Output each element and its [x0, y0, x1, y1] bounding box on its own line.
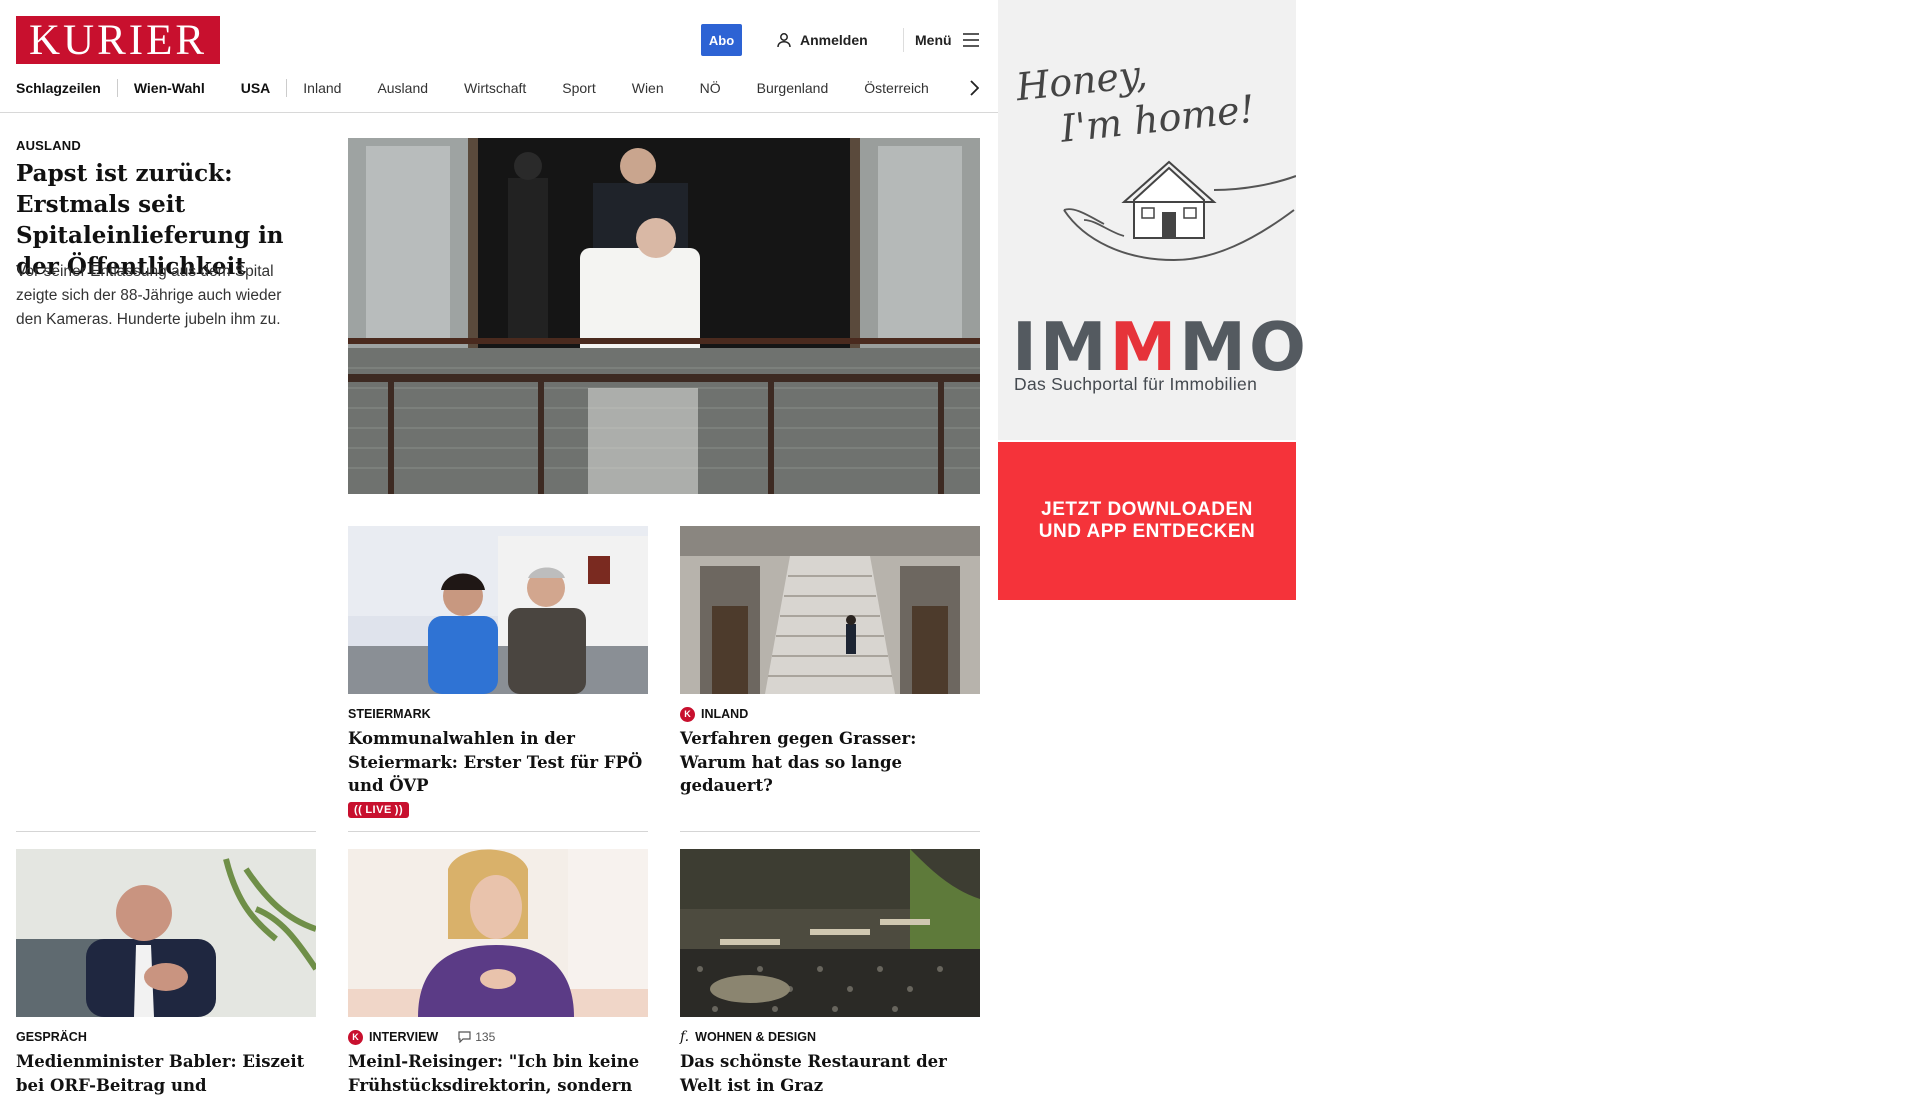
babler-photo	[16, 849, 316, 1017]
nav-item-wien-wahl[interactable]: Wien-Wahl	[134, 80, 205, 96]
section-nav: Schlagzeilen Wien-Wahl USA Inland Auslan…	[16, 76, 929, 100]
live-label: LIVE	[365, 803, 392, 816]
nav-divider	[116, 79, 118, 97]
teaser-image[interactable]	[16, 849, 316, 1017]
teaser-headline[interactable]: Verfahren gegen Grasser: Warum hat das s…	[680, 727, 980, 798]
user-icon	[777, 33, 791, 48]
category-label: WOHNEN & DESIGN	[695, 1030, 816, 1044]
login-button[interactable]: Anmelden	[776, 29, 868, 51]
nav-scroll-right-button[interactable]	[964, 76, 984, 100]
category-label: INLAND	[701, 707, 749, 721]
ad-cta-line: UND APP ENTDECKEN	[1038, 521, 1256, 542]
kurier-logo[interactable]: KURIER	[16, 16, 220, 64]
category-label: INTERVIEW	[369, 1030, 439, 1044]
teaser-card[interactable]: K INTERVIEW 135 Meinl-Reisinger: "Ich bi…	[348, 849, 648, 1097]
pope-balcony-photo	[348, 138, 980, 494]
nav-item-wirtschaft[interactable]: Wirtschaft	[464, 80, 526, 96]
hamburger-icon	[962, 33, 979, 47]
teaser-card[interactable]: STEIERMARK Kommunalwahlen in der Steierm…	[348, 526, 648, 818]
nav-item-noe[interactable]: NÖ	[700, 80, 721, 96]
ad-visual[interactable]: Honey, I'm home! IMMMO Das Suchportal fü…	[998, 0, 1306, 440]
politicians-photo	[348, 526, 648, 694]
teaser-category[interactable]: K INLAND	[680, 705, 980, 723]
nav-item-wien[interactable]: Wien	[632, 80, 664, 96]
teaser-category[interactable]: STEIERMARK	[348, 705, 648, 723]
ad-script-text: Honey, I'm home!	[1014, 40, 1257, 156]
teaser-category[interactable]: f. WOHNEN & DESIGN	[680, 1028, 980, 1046]
teaser-card[interactable]: GESPRÄCH Medienminister Babler: Eiszeit …	[16, 849, 316, 1097]
menu-button[interactable]: Menü	[915, 29, 980, 51]
teaser-card[interactable]: f. WOHNEN & DESIGN Das schönste Restaura…	[680, 849, 980, 1097]
ad-cta-label: JETZT DOWNLOADEN UND APP ENTDECKEN	[1039, 499, 1255, 543]
row-divider	[348, 831, 648, 832]
row-divider	[680, 831, 980, 832]
restaurant-photo	[680, 849, 980, 1017]
teaser-category[interactable]: K INTERVIEW 135	[348, 1028, 648, 1046]
teaser-category[interactable]: GESPRÄCH	[16, 1028, 316, 1046]
live-signal-icon: ((	[354, 803, 363, 816]
teaser-image[interactable]	[680, 849, 980, 1017]
teaser-headline[interactable]: Meinl-Reisinger: "Ich bin keine Frühstüc…	[348, 1050, 648, 1097]
site-header: KURIER Abo Anmelden Menü Schlagzeilen Wi…	[0, 0, 998, 113]
abo-button[interactable]: Abo	[701, 24, 742, 56]
menu-label: Menü	[915, 32, 952, 48]
teaser-image[interactable]	[348, 849, 648, 1017]
teaser-headline[interactable]: Medienminister Babler: Eiszeit bei ORF-B…	[16, 1050, 316, 1097]
chevron-right-icon	[970, 80, 979, 96]
comment-count[interactable]: 135	[458, 1030, 495, 1044]
comment-icon	[458, 1031, 471, 1043]
kurier-plus-icon: K	[348, 1029, 363, 1045]
kurier-plus-icon: K	[680, 706, 695, 722]
teaser-card[interactable]: K INLAND Verfahren gegen Grasser: Warum …	[680, 526, 980, 798]
login-label: Anmelden	[800, 32, 868, 48]
category-label: STEIERMARK	[348, 707, 431, 721]
header-divider	[903, 28, 904, 52]
nav-item-inland[interactable]: Inland	[303, 80, 341, 96]
nav-divider	[286, 79, 288, 97]
nav-item-usa[interactable]: USA	[241, 80, 271, 96]
nav-item-oesterreich[interactable]: Österreich	[864, 80, 929, 96]
teaser-headline[interactable]: Das schönste Restaurant der Welt ist in …	[680, 1050, 980, 1097]
nav-item-sport[interactable]: Sport	[562, 80, 595, 96]
lead-category[interactable]: AUSLAND	[16, 138, 81, 153]
meinl-reisinger-photo	[348, 849, 648, 1017]
comment-count-value: 135	[475, 1030, 496, 1044]
freizeit-f-icon: f.	[680, 1029, 690, 1045]
teaser-headline[interactable]: Kommunalwahlen in der Steiermark: Erster…	[348, 727, 648, 798]
ad-subtitle: Das Suchportal für Immobilien	[1014, 374, 1258, 394]
teaser-image[interactable]	[348, 526, 648, 694]
live-signal-icon: ))	[394, 803, 404, 816]
category-label: GESPRÄCH	[16, 1030, 87, 1044]
main-content: KURIER Abo Anmelden Menü Schlagzeilen Wi…	[0, 0, 998, 1095]
immmo-ad[interactable]: Honey, I'm home! IMMMO Das Suchportal fü…	[998, 0, 1306, 600]
ad-cta-button[interactable]: JETZT DOWNLOADEN UND APP ENTDECKEN	[998, 442, 1296, 600]
nav-item-schlagzeilen[interactable]: Schlagzeilen	[16, 80, 101, 96]
teaser-image[interactable]	[680, 526, 980, 694]
nav-item-ausland[interactable]: Ausland	[377, 80, 428, 96]
live-badge: (( LIVE ))	[348, 801, 410, 818]
row-divider	[16, 831, 316, 832]
nav-item-burgenland[interactable]: Burgenland	[757, 80, 829, 96]
lead-image[interactable]	[348, 138, 980, 494]
ad-cta-line: JETZT DOWNLOADEN	[1041, 499, 1253, 520]
house-in-hand-icon	[1063, 160, 1296, 262]
lead-teaser[interactable]: Vor seiner Entlassung aus dem Spital zei…	[16, 260, 306, 332]
staircase-photo	[680, 526, 980, 694]
